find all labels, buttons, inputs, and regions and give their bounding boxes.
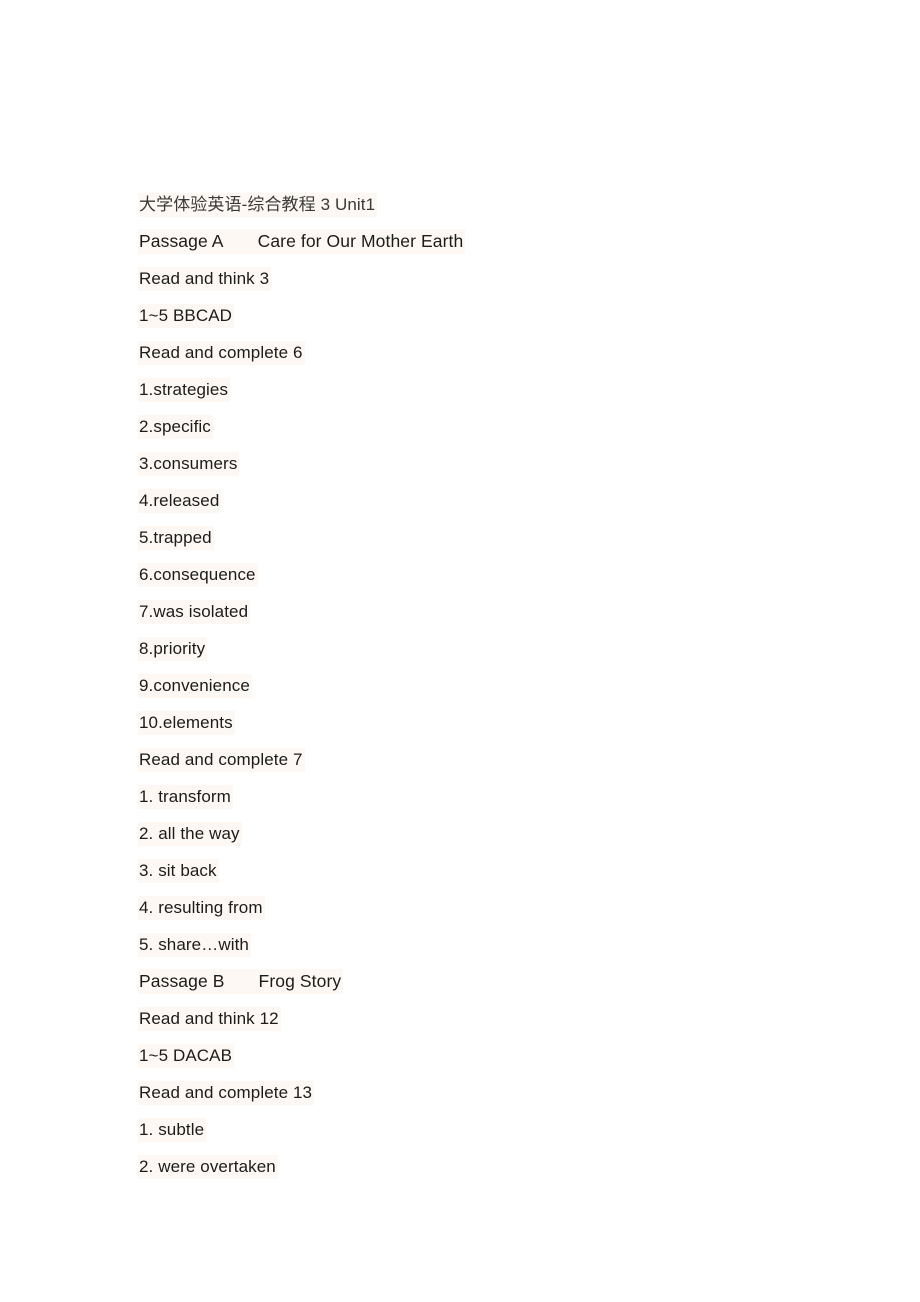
document-line: 2. all the way — [138, 815, 838, 852]
document-line: 4. resulting from — [138, 889, 838, 926]
document-line: 2. were overtaken — [138, 1148, 838, 1185]
document-line: 8.priority — [138, 630, 838, 667]
line-text: 2.specific — [138, 415, 213, 439]
line-text: 1.strategies — [138, 378, 231, 402]
line-text: Read and think 3 — [138, 267, 272, 291]
line-text: 1. subtle — [138, 1118, 207, 1142]
document-line: 6.consequence — [138, 556, 838, 593]
document-line: 5.trapped — [138, 519, 838, 556]
line-text: 大学体验英语-综合教程 3 Unit1 — [138, 193, 378, 217]
line-text: 5.trapped — [138, 526, 214, 550]
line-text: 5. share…with — [138, 933, 251, 957]
document-line: Read and complete 6 — [138, 334, 838, 371]
document-line: Read and complete 13 — [138, 1074, 838, 1111]
line-text: Read and complete 13 — [138, 1081, 315, 1105]
line-text: 9.convenience — [138, 674, 252, 698]
line-text: 3. sit back — [138, 859, 219, 883]
line-text: 4.released — [138, 489, 222, 513]
document-line: 9.convenience — [138, 667, 838, 704]
document-line: Read and complete 7 — [138, 741, 838, 778]
line-tail-text: Frog Story — [258, 971, 342, 991]
line-text: 1~5 DACAB — [138, 1044, 235, 1068]
document-line: 1. subtle — [138, 1111, 838, 1148]
document-line: Passage B Frog Story — [138, 963, 838, 1000]
line-text: 8.priority — [138, 637, 208, 661]
document-line: 10.elements — [138, 704, 838, 741]
document-text-body: 大学体验英语-综合教程 3 Unit1 Passage A Care for Our… — [138, 186, 838, 1185]
document-line: Read and think 3 — [138, 260, 838, 297]
line-tail-text: Care for Our Mother Earth — [257, 231, 464, 251]
line-text: Read and think 12 — [138, 1007, 281, 1031]
document-line: 1.strategies — [138, 371, 838, 408]
line-text: 2. were overtaken — [138, 1155, 278, 1179]
document-line: 3.consumers — [138, 445, 838, 482]
document-line: 3. sit back — [138, 852, 838, 889]
document-line: 1~5 BBCAD — [138, 297, 838, 334]
line-text: 10.elements — [138, 711, 235, 735]
document-page: 大学体验英语-综合教程 3 Unit1 Passage A Care for Our… — [0, 0, 920, 1302]
document-line: 2.specific — [138, 408, 838, 445]
line-text: Read and complete 6 — [138, 341, 305, 365]
document-line: 1~5 DACAB — [138, 1037, 838, 1074]
document-line: 1. transform — [138, 778, 838, 815]
line-text: Passage B Frog Story — [138, 969, 344, 994]
document-line: 5. share…with — [138, 926, 838, 963]
document-line: 大学体验英语-综合教程 3 Unit1 — [138, 186, 838, 223]
line-text: 3.consumers — [138, 452, 240, 476]
line-text: 2. all the way — [138, 822, 242, 846]
line-text: Passage A Care for Our Mother Earth — [138, 229, 466, 254]
line-text: 6.consequence — [138, 563, 258, 587]
line-text: Read and complete 7 — [138, 748, 305, 772]
line-text: 1~5 BBCAD — [138, 304, 235, 328]
document-line: Passage A Care for Our Mother Earth — [138, 223, 838, 260]
line-text: 4. resulting from — [138, 896, 265, 920]
document-line: 7.was isolated — [138, 593, 838, 630]
line-text: 1. transform — [138, 785, 233, 809]
document-line: 4.released — [138, 482, 838, 519]
document-line: Read and think 12 — [138, 1000, 838, 1037]
line-text: 7.was isolated — [138, 600, 251, 624]
